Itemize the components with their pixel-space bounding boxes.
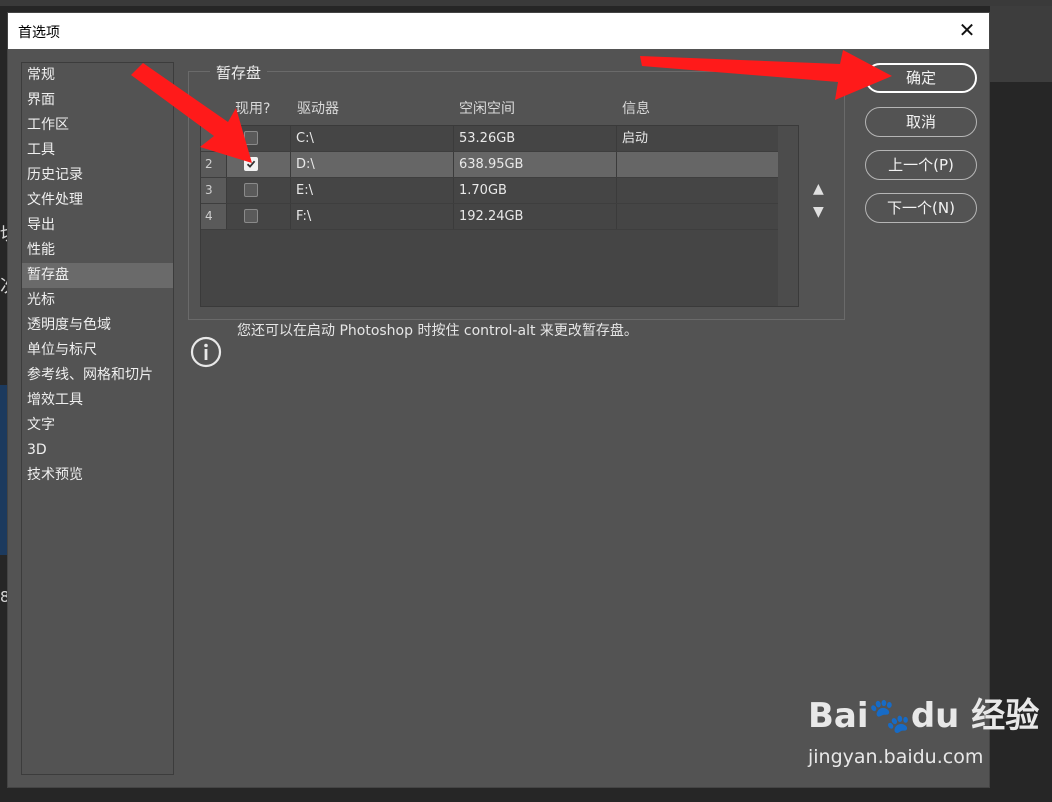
column-divider <box>290 204 291 229</box>
sidebar-item-history[interactable]: 历史记录 <box>22 163 173 188</box>
table-row[interactable]: 3 E:\ 1.70GB <box>201 178 778 204</box>
baidu-watermark: Bai🐾du 经验 jingyan.baidu.com <box>808 688 1040 768</box>
sidebar-item-cursors[interactable]: 光标 <box>22 288 173 313</box>
column-header-free-space: 空闲空间 <box>459 101 515 117</box>
sidebar-item-plugins[interactable]: 增效工具 <box>22 388 173 413</box>
row-number: 4 <box>201 204 226 229</box>
sidebar-item-transparency[interactable]: 透明度与色域 <box>22 313 173 338</box>
sidebar-item-guides[interactable]: 参考线、网格和切片 <box>22 363 173 388</box>
scratch-disk-hint: 您还可以在启动 Photoshop 时按住 control-alt 来更改暂存盘… <box>237 323 638 339</box>
column-divider <box>616 178 617 203</box>
column-header-info: 信息 <box>622 101 650 117</box>
free-space-cell: 1.70GB <box>459 183 507 198</box>
column-divider <box>616 126 617 151</box>
background-thumbnail <box>0 385 7 555</box>
watermark-url: jingyan.baidu.com <box>808 746 984 768</box>
preferences-sidebar: 常规 界面 工作区 工具 历史记录 文件处理 导出 性能 暂存盘 光标 透明度与… <box>21 62 174 775</box>
active-checkbox[interactable] <box>244 209 258 223</box>
table-row[interactable]: 4 F:\ 192.24GB <box>201 204 778 230</box>
title-bar: 首选项 ✕ <box>8 13 989 49</box>
background-panel <box>990 6 1052 82</box>
active-checkbox[interactable] <box>244 183 258 197</box>
background-top-strip <box>0 0 1052 6</box>
drive-cell: E:\ <box>296 183 313 198</box>
column-header-drive: 驱动器 <box>297 101 339 117</box>
checkmark-icon <box>246 160 256 168</box>
free-space-cell: 638.95GB <box>459 157 524 172</box>
drive-cell: F:\ <box>296 209 312 224</box>
column-divider <box>616 204 617 229</box>
close-icon[interactable]: ✕ <box>955 18 979 42</box>
free-space-cell: 192.24GB <box>459 209 524 224</box>
column-divider <box>226 204 227 229</box>
column-divider <box>226 152 227 177</box>
sidebar-item-workspace[interactable]: 工作区 <box>22 113 173 138</box>
sidebar-item-units[interactable]: 单位与标尺 <box>22 338 173 363</box>
watermark-logo: Bai🐾du 经验 <box>808 696 1040 736</box>
drive-cell: D:\ <box>296 157 315 172</box>
next-button[interactable]: 下一个(N) <box>865 193 977 223</box>
info-cell: 启动 <box>622 131 649 146</box>
column-divider <box>226 126 227 151</box>
table-row[interactable]: C:\ 53.26GB 启动 <box>201 126 778 152</box>
column-divider <box>453 152 454 177</box>
column-divider <box>453 204 454 229</box>
sidebar-item-tech-preview[interactable]: 技术预览 <box>22 463 173 488</box>
preferences-dialog: 首选项 ✕ 常规 界面 工作区 工具 历史记录 文件处理 导出 性能 暂存盘 光… <box>7 12 990 788</box>
dialog-title: 首选项 <box>18 25 60 41</box>
active-checkbox[interactable] <box>244 131 258 145</box>
info-icon <box>190 336 222 368</box>
group-title: 暂存盘 <box>210 62 268 83</box>
sidebar-item-tools[interactable]: 工具 <box>22 138 173 163</box>
column-header-active: 现用? <box>235 101 271 117</box>
column-divider <box>226 178 227 203</box>
previous-button[interactable]: 上一个(P) <box>865 150 977 180</box>
sidebar-item-type[interactable]: 文字 <box>22 413 173 438</box>
column-divider <box>290 152 291 177</box>
move-down-icon[interactable]: ▼ <box>813 204 824 220</box>
table-row[interactable]: 2 D:\ 638.95GB <box>201 152 778 178</box>
active-checkbox[interactable] <box>244 157 258 171</box>
sidebar-item-export[interactable]: 导出 <box>22 213 173 238</box>
table-scrollbar[interactable] <box>778 126 798 306</box>
column-divider <box>616 152 617 177</box>
sidebar-item-interface[interactable]: 界面 <box>22 88 173 113</box>
move-up-icon[interactable]: ▲ <box>813 181 824 197</box>
column-divider <box>290 178 291 203</box>
sidebar-item-performance[interactable]: 性能 <box>22 238 173 263</box>
sidebar-item-general[interactable]: 常规 <box>22 63 173 88</box>
column-divider <box>290 126 291 151</box>
drive-cell: C:\ <box>296 131 314 146</box>
free-space-cell: 53.26GB <box>459 131 516 146</box>
cancel-button[interactable]: 取消 <box>865 107 977 137</box>
column-divider <box>453 126 454 151</box>
sidebar-item-scratch-disks[interactable]: 暂存盘 <box>22 263 173 288</box>
sidebar-item-file-handling[interactable]: 文件处理 <box>22 188 173 213</box>
column-divider <box>453 178 454 203</box>
row-number <box>201 126 226 151</box>
ok-button[interactable]: 确定 <box>865 63 977 93</box>
sidebar-item-3d[interactable]: 3D <box>22 438 173 463</box>
row-number: 3 <box>201 178 226 203</box>
row-number: 2 <box>201 152 226 177</box>
